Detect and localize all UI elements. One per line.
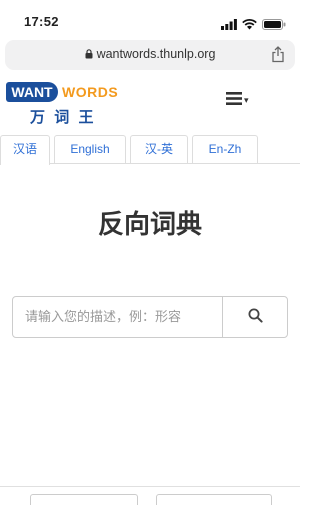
hamburger-menu-icon xyxy=(226,90,242,109)
url-text: wantwords.thunlp.org xyxy=(96,47,216,61)
language-tabs: 汉语 English 汉-英 En-Zh xyxy=(0,133,300,165)
browser-address-bar[interactable]: wantwords.thunlp.org xyxy=(5,40,295,70)
site-logo[interactable]: WANT WORDS 万 词 王 xyxy=(6,82,146,128)
magnifier-icon xyxy=(248,308,263,327)
battery-icon xyxy=(262,15,286,34)
tab-zh-en[interactable]: 汉-英 xyxy=(130,135,188,163)
lock-icon xyxy=(85,48,93,62)
status-time: 17:52 xyxy=(24,14,59,29)
menu-toggle-button[interactable]: ▾ xyxy=(226,90,249,109)
logo-chinese: 万 词 王 xyxy=(30,108,96,126)
bottom-divider xyxy=(0,486,300,487)
logo-want: WANT xyxy=(6,82,58,102)
search-box xyxy=(12,296,288,338)
tab-chinese[interactable]: 汉语 xyxy=(0,135,50,165)
chevron-down-icon: ▾ xyxy=(244,96,249,106)
signal-bars-icon xyxy=(221,15,237,34)
tab-english[interactable]: English xyxy=(54,135,126,163)
search-input[interactable] xyxy=(13,297,223,337)
search-button[interactable] xyxy=(222,297,287,337)
logo-words: WORDS xyxy=(62,84,119,100)
status-bar: 17:52 xyxy=(0,0,300,38)
wifi-icon xyxy=(242,15,257,34)
page-title: 反向词典 xyxy=(97,210,202,240)
site-header: WANT WORDS 万 词 王 ▾ xyxy=(0,76,300,128)
tab-en-zh[interactable]: En-Zh xyxy=(192,135,258,163)
share-icon[interactable] xyxy=(271,46,285,67)
status-icons xyxy=(221,15,286,34)
address-display[interactable]: wantwords.thunlp.org xyxy=(5,47,295,62)
